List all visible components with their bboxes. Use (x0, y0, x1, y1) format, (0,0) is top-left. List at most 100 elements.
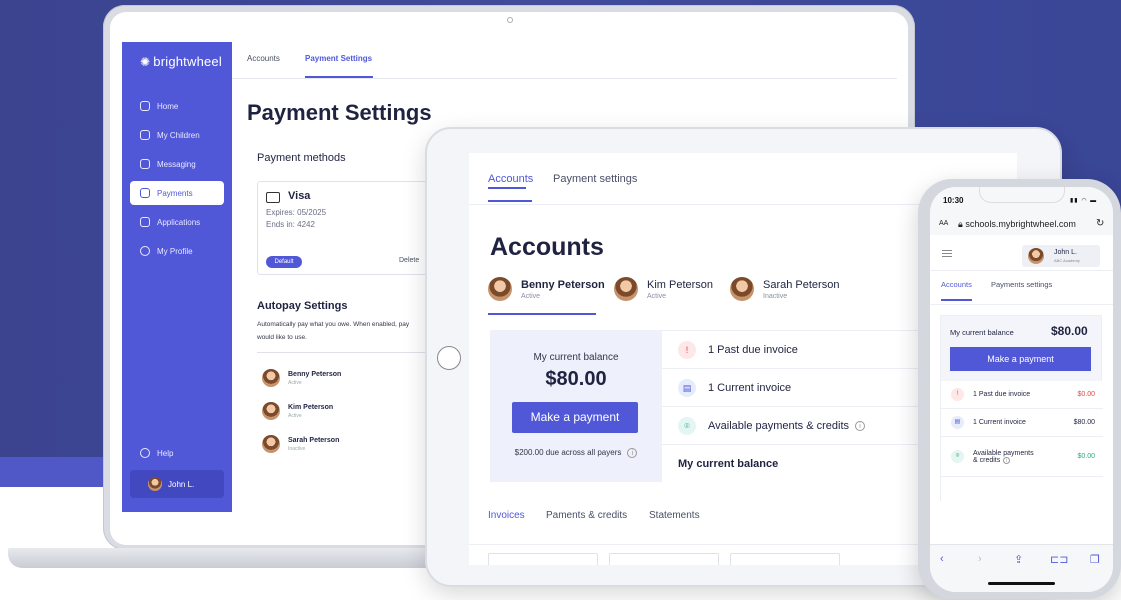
alert-icon: ! (678, 340, 696, 359)
logo-text: brightwheel (153, 54, 222, 69)
back-icon[interactable]: ‹ (940, 553, 944, 565)
delete-card-button[interactable]: Delete (399, 257, 419, 264)
top-tabs: Accounts Payment Settings (232, 42, 897, 79)
user-school: ABC Academy (1054, 258, 1080, 263)
make-payment-button[interactable]: Make a payment (512, 402, 638, 433)
text-size-button[interactable]: AA (939, 220, 948, 227)
sidebar-item-my-children[interactable]: My Children (130, 123, 224, 147)
sidebar-item-applications[interactable]: Applications (130, 210, 224, 234)
sidebar-item-my-profile[interactable]: My Profile (130, 239, 224, 263)
share-icon[interactable]: ⇪ (1014, 553, 1023, 566)
hamburger-menu-icon[interactable] (942, 250, 952, 257)
person-status: Inactive (763, 292, 788, 300)
laptop-camera (507, 17, 513, 23)
child-name: Benny Peterson (288, 370, 342, 378)
autopay-description-line: Automatically pay what you owe. When ena… (257, 321, 410, 328)
messaging-icon (140, 159, 150, 169)
lock-icon: 🔒︎ (958, 219, 963, 229)
active-subtab-indicator (488, 187, 526, 189)
list-item-past-due[interactable]: ! 1 Past due invoice $0.00 (941, 381, 1103, 409)
filter-field[interactable] (488, 553, 598, 565)
child-status: Inactive (288, 445, 306, 452)
card-last-digits: Ends in: 4242 (266, 220, 315, 229)
active-person-indicator (488, 313, 596, 315)
row-label: 1 Past due invoice (708, 343, 798, 356)
user-menu[interactable]: John L. (130, 470, 224, 498)
user-chip[interactable]: John L. ABC Academy (1022, 245, 1100, 267)
person-name: Benny Peterson (521, 278, 605, 291)
row-label: My current balance (678, 458, 779, 470)
filter-field[interactable] (730, 553, 840, 565)
row-label: 1 Current invoice (708, 381, 792, 394)
payments-icon (140, 188, 150, 198)
filter-field[interactable] (609, 553, 719, 565)
sidebar-item-label: Payments (157, 188, 193, 198)
children-icon (140, 130, 150, 140)
credits-icon: ⌾ (678, 416, 696, 435)
avatar (148, 477, 162, 491)
sidebar-item-label: My Profile (157, 246, 193, 256)
tablet-home-button[interactable] (437, 346, 461, 370)
person-tab-kim[interactable]: Kim Peterson Active (614, 277, 713, 301)
status-time: 10:30 (943, 196, 964, 205)
sidebar-item-label: My Children (157, 130, 200, 140)
row-label: & credits (973, 456, 1001, 464)
autopay-child-row[interactable]: Benny Peterson Active (262, 369, 341, 387)
row-amount: $0.00 (1077, 453, 1095, 460)
sidebar-item-messaging[interactable]: Messaging (130, 152, 224, 176)
tab-accounts[interactable]: Accounts (488, 173, 533, 185)
tab-payments-settings[interactable]: Payments settings (991, 280, 1052, 289)
reload-icon[interactable]: ↻ (1096, 218, 1104, 229)
person-tab-sarah[interactable]: Sarah Peterson Inactive (730, 277, 839, 301)
info-icon[interactable]: i (627, 448, 638, 458)
child-status: Active (288, 379, 302, 386)
brand-logo[interactable]: ✺ brightwheel (140, 54, 222, 69)
logo-mark-icon: ✺ (140, 55, 151, 69)
sidebar-item-home[interactable]: Home (130, 94, 224, 118)
avatar (614, 277, 638, 301)
balance-label: My current balance (950, 328, 1014, 337)
help-label: Help (157, 448, 174, 458)
help-link[interactable]: Help (140, 448, 173, 458)
tab-payments-credits[interactable]: Paments & credits (546, 510, 627, 521)
row-label: Available payments & credits (708, 419, 850, 432)
help-icon (140, 448, 150, 458)
avatar (262, 369, 280, 387)
row-amount: $0.00 (1077, 391, 1095, 398)
top-tabs: Accounts Payments settings (930, 271, 1113, 305)
autopay-description-line: would like to use. (257, 334, 307, 341)
list-item-current-invoice[interactable]: ▤ 1 Current invoice $80.00 (941, 409, 1103, 437)
autopay-child-row[interactable]: Sarah Peterson Inactive (262, 435, 339, 453)
profile-icon (140, 246, 150, 256)
payment-methods-heading: Payment methods (257, 152, 346, 164)
autopay-description: Automatically pay what you owe. When ena… (257, 318, 432, 344)
tab-payment-settings[interactable]: Payment settings (553, 173, 637, 185)
balance-amount: $80.00 (1051, 324, 1088, 338)
tab-accounts[interactable]: Accounts (247, 54, 280, 63)
tab-payment-settings[interactable]: Payment Settings (305, 54, 372, 63)
make-payment-button[interactable]: Make a payment (950, 347, 1091, 371)
tab-invoices[interactable]: Invoices (488, 510, 525, 521)
list-item-credits[interactable]: ⌾ Available payments & credits i $0.00 (941, 437, 1103, 477)
home-icon (140, 101, 150, 111)
avatar (1028, 248, 1044, 264)
address-bar[interactable]: AA 🔒︎ schools.mybrightwheel.com ↻ (930, 215, 1113, 235)
user-name: John L. (168, 479, 195, 489)
forward-icon[interactable]: › (978, 553, 982, 565)
balance-amount: $80.00 (545, 368, 607, 390)
sidebar-item-payments[interactable]: Payments (130, 181, 224, 205)
credit-card-icon (266, 192, 280, 203)
tabs-icon[interactable]: ❐ (1090, 553, 1100, 566)
bookmarks-icon[interactable]: ⊏⊐ (1050, 553, 1068, 566)
child-name: Kim Peterson (288, 403, 334, 411)
info-icon[interactable]: i (1003, 456, 1011, 464)
person-tab-benny[interactable]: Benny Peterson Active (488, 277, 605, 301)
phone-screen: 10:30 ▮▮ ◠ ▬ AA 🔒︎ schools.mybrightwheel… (930, 187, 1113, 592)
tab-accounts[interactable]: Accounts (941, 280, 972, 289)
autopay-child-row[interactable]: Kim Peterson Active (262, 402, 333, 420)
child-name: Sarah Peterson (288, 436, 340, 444)
info-icon[interactable]: i (855, 420, 866, 431)
card-expiry: Expires: 05/2025 (266, 208, 327, 217)
page-title: Accounts (490, 233, 604, 261)
tab-statements[interactable]: Statements (649, 510, 700, 521)
